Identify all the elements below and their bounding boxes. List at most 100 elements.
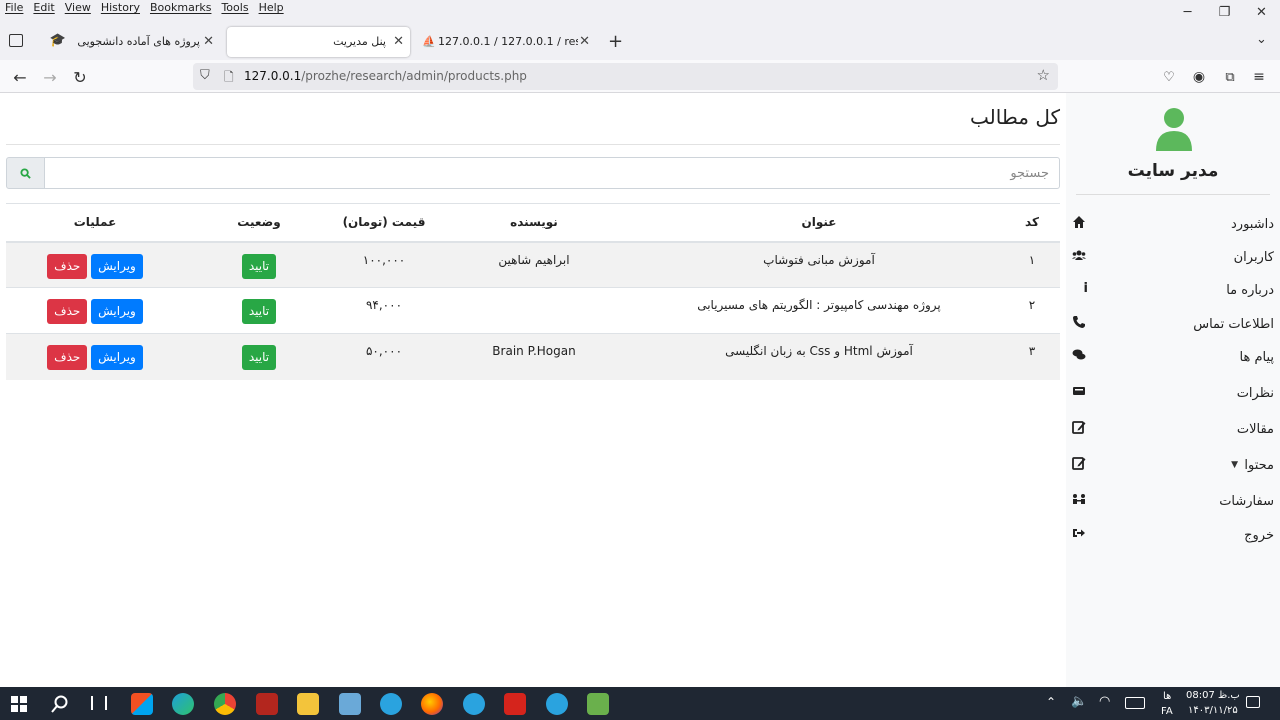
- cell-id: ۲: [1004, 287, 1060, 334]
- close-tab-icon[interactable]: ✕: [579, 34, 590, 49]
- windows-start-icon[interactable]: [11, 696, 27, 712]
- sidebar-item-messages[interactable]: پیام ها: [1066, 344, 1280, 374]
- sidebar-item-label: محتوا: [1244, 458, 1274, 473]
- clock-date[interactable]: ۱۴۰۳/۱۱/۲۵: [1188, 705, 1238, 716]
- sidebar-item-comments[interactable]: نظرات: [1066, 380, 1280, 410]
- app-icon[interactable]: [256, 693, 278, 715]
- tab-admin-panel[interactable]: پنل مدیریت ✕: [227, 27, 410, 57]
- language-indicator[interactable]: FA: [1161, 706, 1173, 717]
- menu-view[interactable]: View: [65, 1, 91, 14]
- tab-overflow-chevron-icon[interactable]: ⌄: [1256, 32, 1267, 47]
- back-icon[interactable]: ←: [8, 65, 32, 89]
- tab-list-icon[interactable]: [9, 34, 23, 47]
- home-icon: [1073, 216, 1085, 228]
- notepad-icon[interactable]: [339, 693, 361, 715]
- url-bar[interactable]: ⛉ 🗋 127.0.0.1/prozhe/research/admin/prod…: [193, 63, 1058, 90]
- edit-button[interactable]: ویرایش: [91, 253, 143, 279]
- store-icon[interactable]: [131, 693, 153, 715]
- file-explorer-icon[interactable]: [297, 693, 319, 715]
- close-window-icon[interactable]: ✕: [1243, 0, 1280, 24]
- bookmark-star-icon[interactable]: ☆: [1037, 66, 1050, 84]
- acrobat-icon[interactable]: [504, 693, 526, 715]
- wifi-icon[interactable]: ◠: [1099, 694, 1110, 709]
- new-tab-icon[interactable]: +: [608, 31, 623, 52]
- notification-icon[interactable]: [1246, 696, 1260, 708]
- sidebar-item-orders[interactable]: سفارشات: [1066, 488, 1280, 518]
- page-content: مدیر سایت داشبورد کاربران درباره ما i اط…: [0, 93, 1280, 687]
- extensions-icon[interactable]: ⧉: [1218, 65, 1242, 89]
- admin-sidebar: مدیر سایت داشبورد کاربران درباره ما i اط…: [1066, 93, 1280, 687]
- windows-taskbar: ⌃ 🔈 ◠ ها FA 08:07 ب.ظ ۱۴۰۳/۱۱/۲۵: [0, 687, 1280, 720]
- image-editor-icon[interactable]: [587, 693, 609, 715]
- taskbar-search-icon[interactable]: [51, 695, 69, 713]
- edge-icon[interactable]: [172, 693, 194, 715]
- chrome-icon[interactable]: [214, 693, 236, 715]
- search-input[interactable]: [44, 157, 1060, 189]
- cell-title: پروژه مهندسی کامپیوتر : الگوریتم های مسی…: [634, 287, 1004, 334]
- reload-icon[interactable]: ↻: [68, 65, 92, 89]
- restore-icon[interactable]: ❐: [1206, 0, 1243, 24]
- task-view-icon[interactable]: [91, 696, 107, 710]
- sidebar-item-content[interactable]: محتوا ▼: [1066, 452, 1280, 482]
- telegram-icon[interactable]: [463, 693, 485, 715]
- sidebar-item-about[interactable]: درباره ما i: [1066, 277, 1280, 307]
- delete-button[interactable]: حذف: [47, 345, 88, 370]
- edit-button[interactable]: ویرایش: [91, 345, 143, 370]
- site-title: مدیر سایت: [1127, 161, 1219, 181]
- menu-bookmarks[interactable]: Bookmarks: [150, 1, 211, 14]
- clock-time[interactable]: 08:07 ب.ظ: [1186, 690, 1240, 701]
- approve-button[interactable]: تایید: [241, 299, 277, 324]
- delete-button[interactable]: حذف: [47, 253, 88, 279]
- tab-title: 127.0.0.1 / 127.0.0.1 / research: [438, 35, 578, 48]
- minimize-icon[interactable]: ─: [1169, 0, 1206, 24]
- menu-hamburger-icon[interactable]: ≡: [1247, 65, 1271, 89]
- sidebar-item-label: سفارشات: [1219, 494, 1274, 509]
- title-divider: [6, 144, 1060, 145]
- sidebar-item-contact[interactable]: اطلاعات تماس: [1066, 311, 1280, 341]
- close-tab-icon[interactable]: ✕: [393, 34, 404, 49]
- approve-button[interactable]: تایید: [241, 345, 277, 370]
- pocket-icon[interactable]: ♡: [1157, 65, 1181, 89]
- sidebar-item-logout[interactable]: خروج: [1066, 522, 1280, 552]
- delete-button[interactable]: حذف: [47, 299, 88, 324]
- menu-help[interactable]: Help: [259, 1, 284, 14]
- forward-icon[interactable]: →: [38, 65, 62, 89]
- keyboard-icon[interactable]: [1125, 697, 1145, 709]
- telegram-icon[interactable]: [380, 693, 402, 715]
- column-header-id: کد: [1004, 203, 1060, 243]
- cell-author: ابراهیم شاهین: [434, 241, 634, 288]
- chevron-up-icon[interactable]: ⌃: [1046, 695, 1056, 709]
- tab-phpmyadmin[interactable]: ⛵ 127.0.0.1 / 127.0.0.1 / research ✕: [416, 27, 598, 57]
- search-button[interactable]: [6, 157, 45, 189]
- page-icon[interactable]: 🗋: [224, 68, 234, 89]
- shield-icon[interactable]: ⛉: [200, 68, 210, 83]
- edit-button[interactable]: ویرایش: [91, 299, 143, 324]
- sidebar-item-articles[interactable]: مقالات: [1066, 416, 1280, 446]
- telegram-icon[interactable]: [546, 693, 568, 715]
- sidebar-item-label: داشبورد: [1231, 217, 1274, 232]
- menu-edit[interactable]: Edit: [33, 1, 54, 14]
- volume-icon[interactable]: 🔈: [1071, 694, 1087, 709]
- table-row: ۲ پروژه مهندسی کامپیوتر : الگوریتم های م…: [6, 287, 1060, 334]
- column-header-price: قیمت (تومان): [334, 203, 434, 243]
- navigation-bar: ← → ↻ ⛉ 🗋 127.0.0.1/prozhe/research/admi…: [0, 60, 1280, 93]
- column-header-author: نویسنده: [434, 203, 634, 243]
- firefox-icon[interactable]: [421, 693, 443, 715]
- close-tab-icon[interactable]: ✕: [203, 34, 214, 49]
- info-icon: i: [1083, 281, 1088, 296]
- column-header-title: عنوان: [634, 203, 1004, 243]
- menu-tools[interactable]: Tools: [221, 1, 248, 14]
- cell-title: آموزش Html و Css به زبان انگلیسی: [634, 333, 1004, 380]
- products-table: کد عنوان نویسنده قیمت (تومان) وضعیت عملی…: [6, 203, 1060, 380]
- account-icon[interactable]: ◉: [1187, 65, 1211, 89]
- menu-file[interactable]: File: [5, 1, 23, 14]
- approve-button[interactable]: تایید: [241, 253, 277, 279]
- menu-history[interactable]: History: [101, 1, 140, 14]
- sidebar-item-users[interactable]: کاربران: [1066, 244, 1280, 274]
- people-icon: [1073, 494, 1085, 504]
- tab-projects[interactable]: 🎓 پروژه های آماده دانشجویی ✕: [40, 27, 220, 57]
- url-text[interactable]: 127.0.0.1/prozhe/research/admin/products…: [244, 69, 527, 83]
- phone-icon: [1073, 316, 1085, 328]
- language-indicator-top[interactable]: ها: [1163, 691, 1171, 702]
- sidebar-item-dashboard[interactable]: داشبورد: [1066, 211, 1280, 241]
